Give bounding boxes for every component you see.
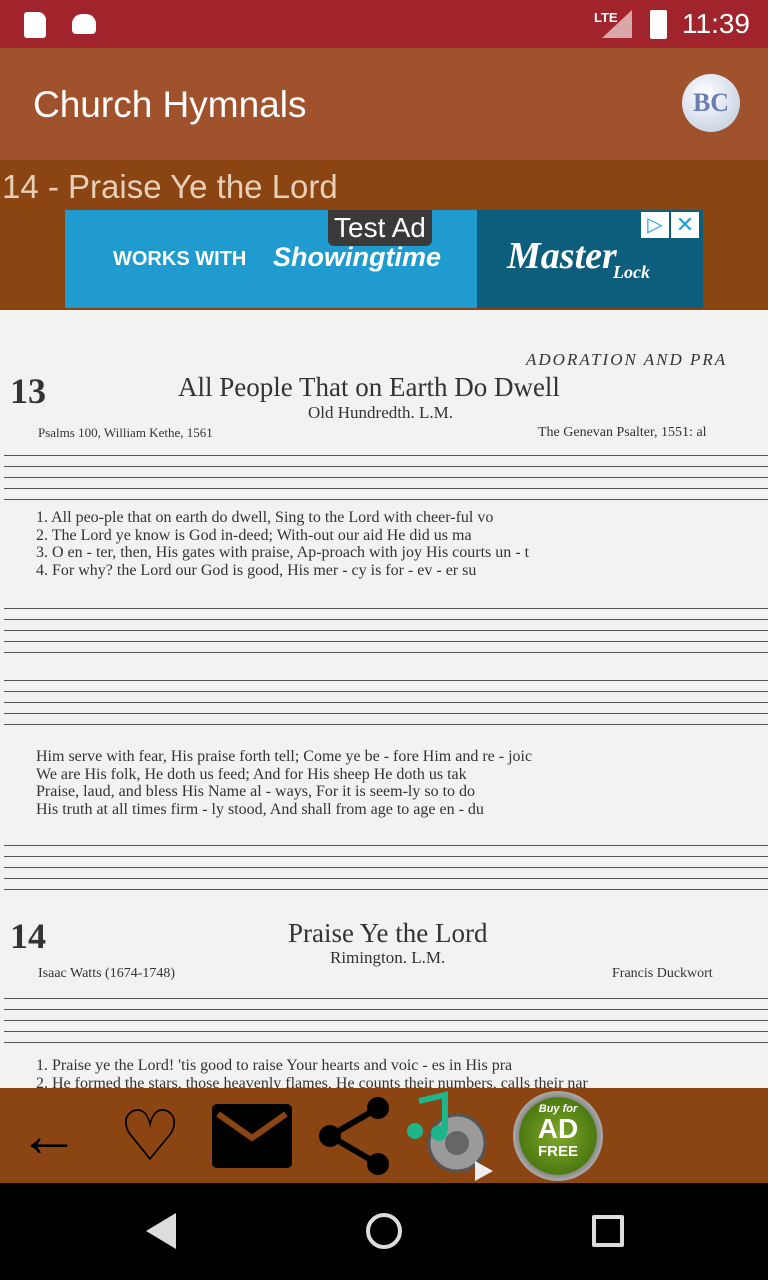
lyrics-block: 1. All peo-ple that on earth do dwell, S… — [36, 509, 529, 579]
lyric-line: We are His folk, He doth us feed; And fo… — [36, 765, 467, 783]
hymn-title: 14 - Praise Ye the Lord — [2, 168, 338, 205]
ad-free-badge: Buy for AD FREE — [513, 1090, 603, 1181]
email-button[interactable] — [210, 1088, 294, 1183]
nav-recents-icon[interactable] — [592, 1215, 624, 1247]
favorite-button[interactable]: ♡ — [108, 1088, 192, 1183]
hymn14-title: Praise Ye the Lord — [288, 918, 488, 948]
ad-left-text: WORKS WITH — [113, 248, 247, 270]
hymn14-author: Isaac Watts (1674-1748) — [38, 966, 176, 981]
adchoices-icon[interactable]: ▷ — [641, 212, 669, 238]
section-header: ADORATION AND PRA — [526, 350, 728, 369]
lyric-line: 3. O en - ter, then, His gates with prai… — [36, 544, 530, 561]
ad-right-panel: Master Lock — [477, 210, 703, 308]
sheet-music-image: ADORATION AND PRA 13 All People That on … — [0, 310, 768, 1088]
hymn13-tune: Old Hundredth. L.M. — [308, 403, 453, 422]
navigation-bar — [0, 1183, 768, 1280]
staff — [4, 680, 768, 725]
lyrics-block: 1. Praise ye the Lord! 'tis good to rais… — [36, 1057, 588, 1088]
hymn14-composer: Francis Duckwort — [612, 966, 713, 981]
staff — [4, 998, 768, 1043]
hymn13-title: All People That on Earth Do Dwell — [178, 372, 560, 402]
share-icon — [319, 1096, 389, 1175]
lyrics-block: Him serve with fear, His praise forth te… — [36, 748, 532, 818]
signal-icon — [602, 10, 632, 38]
ad-free-sub: FREE — [537, 1142, 578, 1160]
ad-brand-master: Master — [507, 235, 617, 277]
ad-free-main: AD — [537, 1112, 579, 1144]
ad-banner[interactable]: WORKS WITH Showingtime Master Lock Test … — [65, 210, 703, 308]
lyric-line: Praise, laud, and bless His Name al - wa… — [36, 783, 476, 800]
arrow-left-icon: ← — [18, 1101, 80, 1170]
app-title: Church Hymnals — [33, 84, 307, 125]
hymn13-number: 13 — [10, 371, 46, 411]
email-icon — [212, 1103, 292, 1168]
lyric-line: His truth at all times firm - ly stood, … — [36, 800, 484, 818]
test-ad-badge: Test Ad — [328, 210, 432, 246]
lyric-line: 2. He formed the stars, those heavenly f… — [36, 1074, 588, 1089]
heart-outline-icon: ♡ — [118, 1096, 182, 1175]
close-ad-icon[interactable]: ✕ — [671, 212, 699, 238]
lyric-line: Him serve with fear, His praise forth te… — [36, 748, 533, 765]
lyric-line: 1. All peo-ple that on earth do dwell, S… — [36, 509, 494, 526]
hymn13-composer: The Genevan Psalter, 1551: al — [538, 425, 707, 440]
staff — [4, 608, 768, 653]
ad-brand-showingtime: Showingtime — [273, 242, 441, 272]
battery-charging-icon — [650, 10, 667, 39]
staff — [4, 455, 768, 500]
lyric-line: 4. For why? the Lord our God is good, Hi… — [36, 561, 477, 579]
ad-brand-lock: Lock — [613, 262, 650, 282]
lyric-line: 1. Praise ye the Lord! 'tis good to rais… — [36, 1057, 513, 1074]
nav-back-icon[interactable] — [146, 1213, 176, 1249]
hymn13-author: Psalms 100, William Kethe, 1561 — [38, 425, 213, 440]
lyric-line: 2. The Lord ye know is God in-deed; With… — [36, 526, 472, 544]
staff — [4, 845, 768, 890]
app-bar: Church Hymnals BC — [0, 48, 768, 160]
app-logo[interactable]: BC — [682, 74, 740, 132]
music-speaker-icon — [407, 1090, 493, 1181]
hymn14-tune: Rimington. L.M. — [330, 948, 446, 967]
back-button[interactable]: ← — [10, 1088, 88, 1183]
share-button[interactable] — [314, 1088, 394, 1183]
play-music-button[interactable] — [404, 1088, 500, 1183]
buy-ad-free-button[interactable]: Buy for AD FREE — [510, 1088, 606, 1183]
status-bar: LTE 11:39 — [0, 0, 768, 48]
android-icon — [72, 14, 96, 34]
bottom-toolbar: ← ♡ Buy for AD FREE — [0, 1088, 768, 1183]
hymn14-number: 14 — [10, 916, 46, 956]
clock: 11:39 — [682, 8, 750, 39]
sd-card-icon — [24, 12, 46, 38]
nav-home-icon[interactable] — [366, 1213, 402, 1249]
